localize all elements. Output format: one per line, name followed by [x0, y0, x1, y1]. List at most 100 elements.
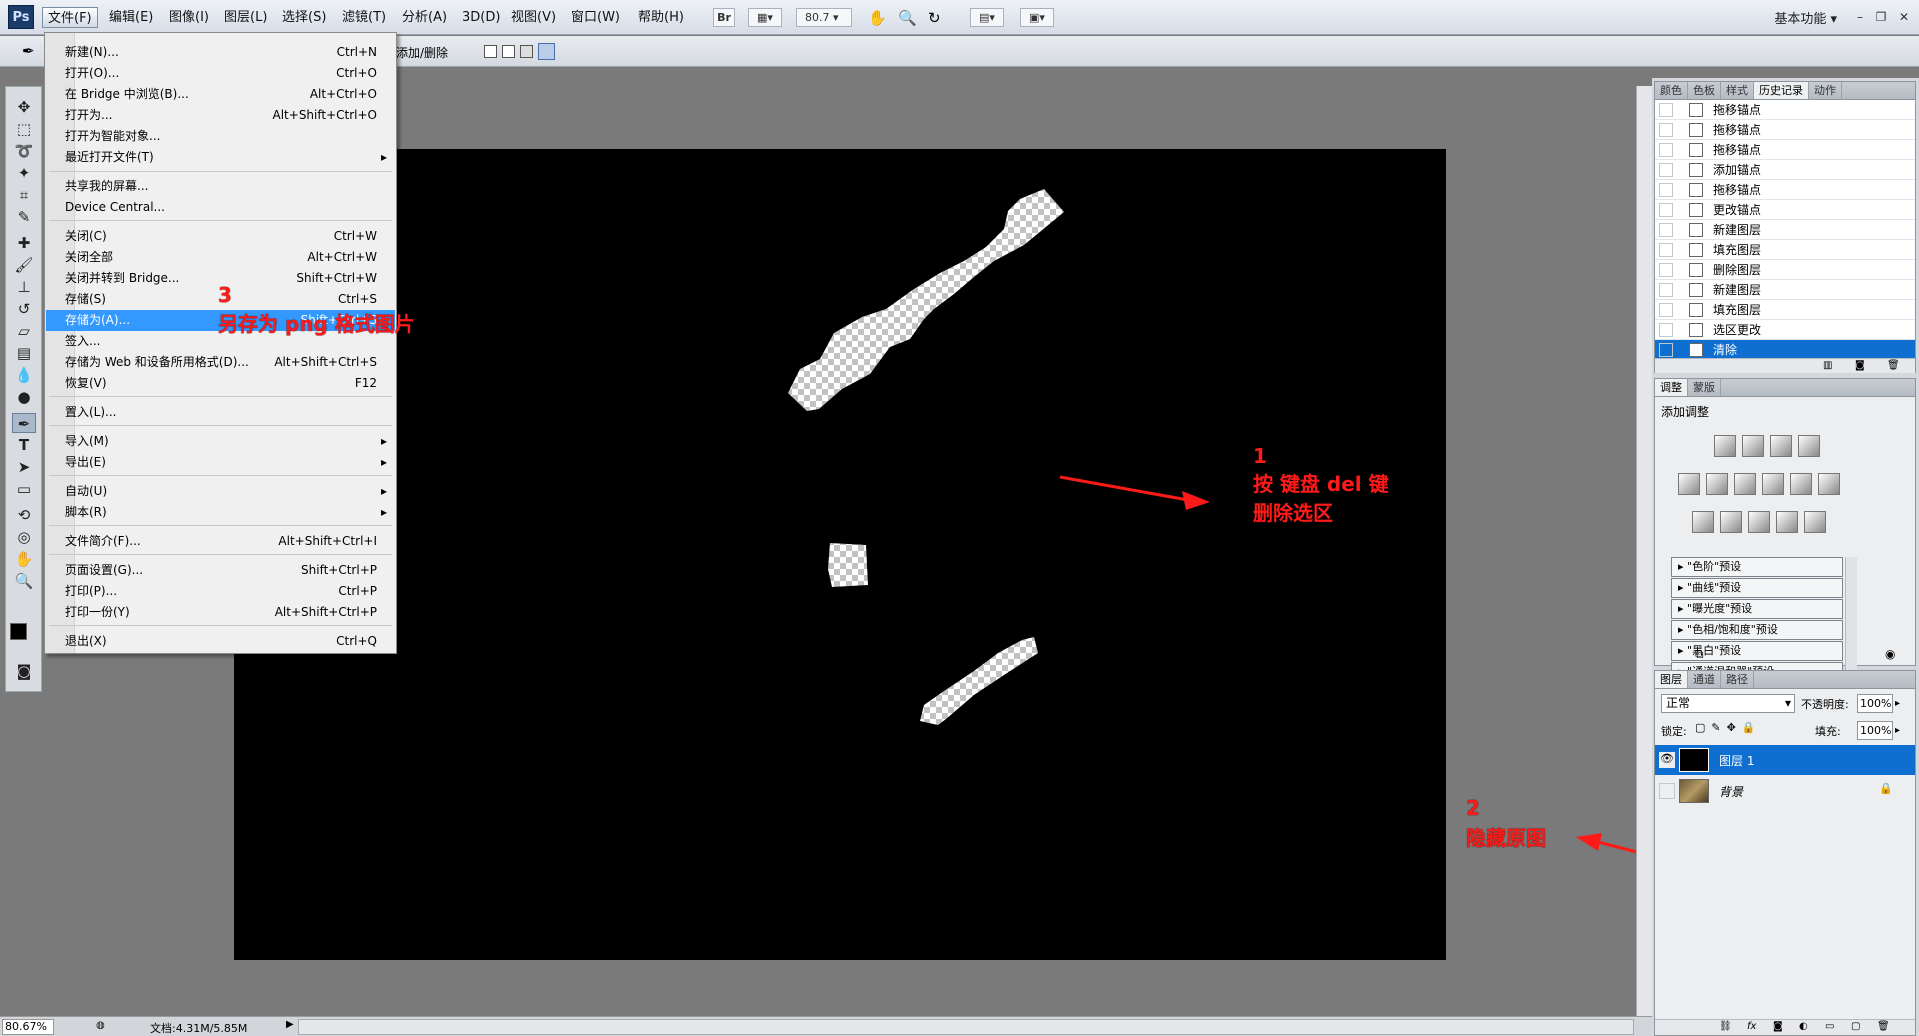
file-menu-item-revert[interactable]: 恢复(V) F12 — [46, 373, 395, 394]
tab-history[interactable]: 历史记录 — [1754, 82, 1809, 99]
file-menu-item-exit[interactable]: 退出(X) Ctrl+Q — [46, 631, 395, 652]
layer-row[interactable]: 背景 🔒 — [1655, 776, 1915, 806]
blend-mode-select[interactable]: 正常 ▾ — [1661, 694, 1795, 713]
delete-state-icon[interactable]: 🗑 — [1887, 360, 1900, 371]
invert-icon[interactable] — [1692, 511, 1714, 533]
tab-paths[interactable]: 路径 — [1721, 671, 1754, 688]
tab-swatches[interactable]: 色板 — [1688, 82, 1721, 99]
tab-layers[interactable]: 图层 — [1655, 671, 1688, 688]
tab-masks[interactable]: 蒙版 — [1688, 379, 1721, 396]
tab-styles[interactable]: 样式 — [1721, 82, 1754, 99]
snapshot-source-checkbox[interactable] — [1659, 203, 1673, 217]
tab-color[interactable]: 颜色 — [1655, 82, 1688, 99]
file-menu-item-print[interactable]: 打印(P)... Ctrl+P — [46, 581, 395, 602]
history-state[interactable]: 清除 — [1655, 340, 1915, 360]
black-white-icon[interactable] — [1762, 473, 1784, 495]
history-state[interactable]: 删除图层 — [1655, 260, 1915, 280]
snapshot-source-checkbox[interactable] — [1659, 303, 1673, 317]
new-snapshot-icon[interactable]: ◙ — [1855, 360, 1865, 371]
gradient-map-icon[interactable] — [1776, 511, 1798, 533]
history-state[interactable]: 拖移锚点 — [1655, 180, 1915, 200]
file-menu-item-automate[interactable]: 自动(U) ▸ — [46, 481, 395, 502]
layer-style-icon[interactable]: fx — [1747, 1021, 1756, 1032]
file-menu-item-import[interactable]: 导入(M) ▸ — [46, 431, 395, 452]
snapshot-source-checkbox[interactable] — [1659, 283, 1673, 297]
channel-mixer-icon[interactable] — [1818, 473, 1840, 495]
curves-icon[interactable] — [1770, 435, 1792, 457]
new-group-icon[interactable]: ▭ — [1825, 1021, 1834, 1032]
new-document-from-state-icon[interactable]: ▥ — [1823, 360, 1832, 371]
snapshot-source-checkbox[interactable] — [1659, 263, 1673, 277]
delete-layer-icon[interactable]: 🗑 — [1877, 1021, 1890, 1032]
file-menu-item-browse-in-bridge[interactable]: 在 Bridge 中浏览(B)... Alt+Ctrl+O — [46, 84, 395, 105]
fill-input[interactable]: 100% — [1857, 721, 1893, 740]
document-horizontal-scrollbar[interactable] — [298, 1019, 1634, 1035]
brightness-contrast-icon[interactable] — [1714, 435, 1736, 457]
link-layers-icon[interactable]: ⛓ — [1719, 1021, 1732, 1032]
file-menu-item-save-for-web[interactable]: 存储为 Web 和设备所用格式(D)... Alt+Shift+Ctrl+S — [46, 352, 395, 373]
history-state[interactable]: 填充图层 — [1655, 300, 1915, 320]
adjustment-clip-icon[interactable]: ◉ — [1885, 647, 1895, 661]
adjustment-preset-item[interactable]: ▸ "色阶"预设 — [1671, 557, 1843, 577]
history-state[interactable]: 拖移锚点 — [1655, 140, 1915, 160]
fill-arrow-icon[interactable]: ▸ — [1895, 721, 1909, 740]
new-layer-icon[interactable]: ▢ — [1851, 1021, 1860, 1032]
threshold-icon[interactable] — [1748, 511, 1770, 533]
file-menu-item-place[interactable]: 置入(L)... — [46, 402, 395, 423]
snapshot-source-checkbox[interactable] — [1659, 343, 1673, 357]
visibility-toggle-empty[interactable] — [1659, 783, 1675, 799]
file-menu-item-recent-files[interactable]: 最近打开文件(T) ▸ — [46, 147, 395, 168]
adjustment-preset-item[interactable]: ▸ "曝光度"预设 — [1671, 599, 1843, 619]
layer-name[interactable]: 背景 — [1719, 783, 1743, 800]
history-state[interactable]: 新建图层 — [1655, 220, 1915, 240]
history-state[interactable]: 填充图层 — [1655, 240, 1915, 260]
selective-color-icon[interactable] — [1804, 511, 1826, 533]
status-menu-arrow-icon[interactable]: ▶ — [286, 1019, 294, 1030]
file-menu-item-device-central[interactable]: Device Central... — [46, 197, 395, 218]
exposure-icon[interactable] — [1798, 435, 1820, 457]
snapshot-source-checkbox[interactable] — [1659, 123, 1673, 137]
file-menu-item-new[interactable]: 新建(N)... Ctrl+N — [46, 42, 395, 63]
file-menu-item-export[interactable]: 导出(E) ▸ — [46, 452, 395, 473]
file-menu-item-print-one-copy[interactable]: 打印一份(Y) Alt+Shift+Ctrl+P — [46, 602, 395, 623]
file-menu-item-page-setup[interactable]: 页面设置(G)... Shift+Ctrl+P — [46, 560, 395, 581]
color-balance-icon[interactable] — [1734, 473, 1756, 495]
opacity-arrow-icon[interactable]: ▸ — [1895, 694, 1909, 713]
add-mask-icon[interactable]: ◙ — [1773, 1021, 1783, 1032]
file-menu-item-share-screen[interactable]: 共享我的屏幕... — [46, 176, 395, 197]
history-state[interactable]: 拖移锚点 — [1655, 100, 1915, 120]
hue-saturation-icon[interactable] — [1706, 473, 1728, 495]
file-menu-item-scripts[interactable]: 脚本(R) ▸ — [46, 502, 395, 523]
history-state[interactable]: 选区更改 — [1655, 320, 1915, 340]
tab-adjustments[interactable]: 调整 — [1655, 379, 1688, 396]
vibrance-icon[interactable] — [1678, 473, 1700, 495]
levels-icon[interactable] — [1742, 435, 1764, 457]
status-zoom[interactable]: 80.67% — [2, 1019, 54, 1035]
snapshot-source-checkbox[interactable] — [1659, 323, 1673, 337]
file-menu-item-open-as[interactable]: 打开为... Alt+Shift+Ctrl+O — [46, 105, 395, 126]
snapshot-source-checkbox[interactable] — [1659, 183, 1673, 197]
file-menu-item-open-as-smart-object[interactable]: 打开为智能对象... — [46, 126, 395, 147]
file-menu-item-close[interactable]: 关闭(C) Ctrl+W — [46, 226, 395, 247]
file-menu-item-file-info[interactable]: 文件简介(F)... Alt+Shift+Ctrl+I — [46, 531, 395, 552]
history-state[interactable]: 新建图层 — [1655, 280, 1915, 300]
adjustment-preset-item[interactable]: ▸ "色相/饱和度"预设 — [1671, 620, 1843, 640]
eye-icon[interactable]: 👁 — [1659, 752, 1675, 768]
lock-icons[interactable]: ▢✎✥🔒 — [1695, 721, 1762, 734]
file-menu-item-open[interactable]: 打开(O)... Ctrl+O — [46, 63, 395, 84]
adjustment-preset-item[interactable]: ▸ "曲线"预设 — [1671, 578, 1843, 598]
snapshot-source-checkbox[interactable] — [1659, 223, 1673, 237]
opacity-input[interactable]: 100% — [1857, 694, 1893, 713]
snapshot-source-checkbox[interactable] — [1659, 243, 1673, 257]
snapshot-source-checkbox[interactable] — [1659, 163, 1673, 177]
file-menu-item-close-all[interactable]: 关闭全部 Alt+Ctrl+W — [46, 247, 395, 268]
adjustment-return-icon[interactable]: ⧉ — [1695, 647, 1704, 662]
document-vertical-scrollbar[interactable] — [1636, 86, 1652, 1016]
history-state[interactable]: 添加锚点 — [1655, 160, 1915, 180]
tab-channels[interactable]: 通道 — [1688, 671, 1721, 688]
snapshot-source-checkbox[interactable] — [1659, 103, 1673, 117]
new-adjustment-layer-icon[interactable]: ◐ — [1799, 1021, 1808, 1032]
photo-filter-icon[interactable] — [1790, 473, 1812, 495]
layer-name[interactable]: 图层 1 — [1719, 752, 1754, 769]
history-state[interactable]: 拖移锚点 — [1655, 120, 1915, 140]
